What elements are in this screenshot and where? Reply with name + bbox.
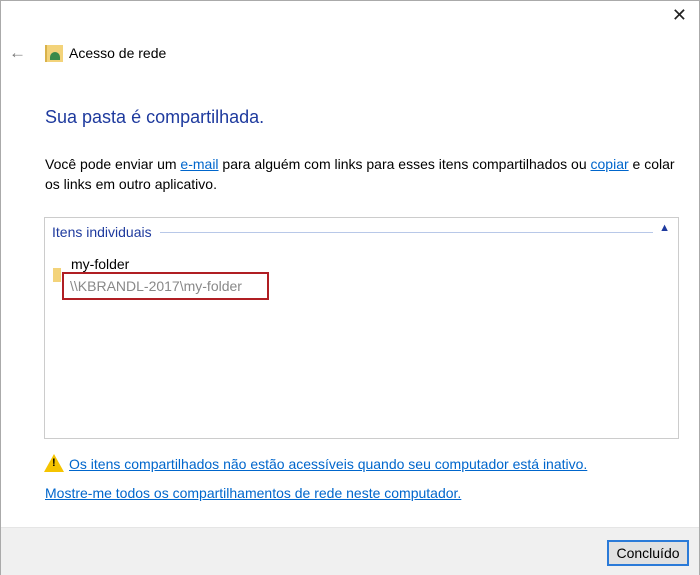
copy-link[interactable]: copiar — [591, 156, 629, 172]
show-all-shares-link[interactable]: Mostre-me todos os compartilhamentos de … — [45, 485, 461, 501]
email-link[interactable]: e-mail — [180, 156, 218, 172]
folder-path: \\KBRANDL-2017\my-folder — [62, 272, 269, 300]
page-title: Sua pasta é compartilhada. — [45, 107, 265, 127]
done-button[interactable]: Concluído — [607, 540, 689, 566]
group-divider — [160, 232, 653, 233]
desc-text: para alguém com links para esses itens c… — [218, 156, 591, 172]
back-button[interactable]: ← — [9, 43, 26, 63]
group-header: Itens individuais — [52, 224, 156, 240]
network-share-icon — [45, 45, 63, 62]
close-button[interactable]: ✕ — [672, 5, 687, 26]
warning-icon: ! — [44, 454, 64, 472]
items-list: Itens individuais ▲ my-folder \\KBRANDL-… — [44, 217, 679, 439]
dialog-window: ✕ ← Acesso de rede Sua pasta é compartil… — [0, 0, 700, 575]
folder-icon — [53, 268, 61, 282]
desc-text: Você pode enviar um — [45, 156, 181, 172]
folder-name: my-folder — [71, 256, 130, 272]
inactive-warning-link[interactable]: Os itens compartilhados não estão acessí… — [69, 456, 587, 472]
description: Você pode enviar um e-mail para alguém c… — [45, 154, 675, 194]
window-title: Acesso de rede — [69, 45, 167, 61]
footer: Concluído — [1, 527, 699, 575]
collapse-chevron-icon[interactable]: ▲ — [659, 222, 670, 234]
